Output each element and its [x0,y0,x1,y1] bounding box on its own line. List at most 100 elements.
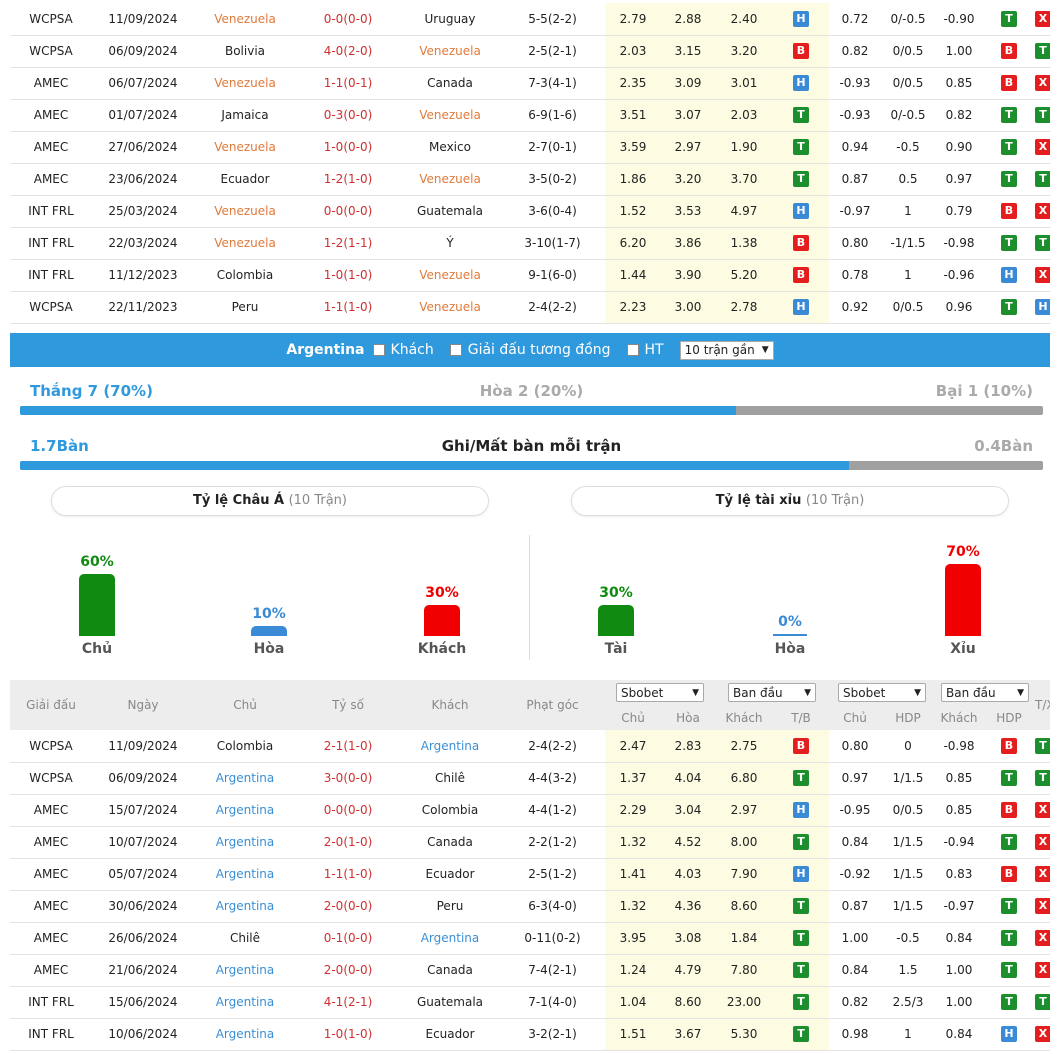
cell-away-team[interactable]: Canada [400,826,500,859]
away-checkbox[interactable] [372,344,385,356]
cell-away-team[interactable]: Venezuela [400,35,500,68]
result-badge: H [1035,299,1050,315]
cell-odds-home: 2.79 [605,3,661,36]
chevron-down-icon: ▼ [692,687,699,698]
cell-hdp-line: 0/0.5 [881,291,935,324]
ratio-label: Hòa [253,641,285,657]
cell-hdp-line: 1 [881,195,935,228]
ht-checkbox[interactable] [626,344,639,356]
cell-away-team[interactable]: Ecuador [400,858,500,891]
cell-away-team[interactable]: Mexico [400,131,500,164]
cell-away-team[interactable]: Canada [400,954,500,987]
result-badge: X [1035,930,1050,946]
chevron-down-icon: ▼ [804,687,811,698]
result-badge: X [1035,267,1050,283]
match-count-select[interactable]: 10 trận gần ▼ [679,340,774,360]
cell-corners: 5-5(2-2) [500,3,605,36]
col-date: Ngày [92,680,194,730]
odds-mode-select-hdp[interactable]: Ban đầu ▼ [941,683,1029,702]
cell-home-team[interactable]: Jamaica [194,99,296,132]
cell-tx-result: T [1035,986,1050,1019]
cell-away-team[interactable]: Argentina [400,922,500,955]
cell-date: 21/06/2024 [92,954,194,987]
filter-ht-option[interactable]: HT [626,342,664,358]
ratio-bar [424,605,460,636]
cell-home-team[interactable]: Argentina [194,762,296,795]
cell-home-team[interactable]: Venezuela [194,131,296,164]
filter-away-option[interactable]: Khách [372,342,434,358]
cell-away-team[interactable]: Chilê [400,762,500,795]
result-badge: T [1035,43,1050,59]
cell-home-team[interactable]: Argentina [194,858,296,891]
cell-away-team[interactable]: Colombia [400,794,500,827]
cell-home-team[interactable]: Chilê [194,922,296,955]
cell-tx-result: X [1035,954,1050,987]
cell-tx-result: X [1035,858,1050,891]
table-row: INT FRL 10/06/2024 Argentina 1-0(1-0) Ecuado… [10,1018,1050,1051]
cell-home-team[interactable]: Colombia [194,730,296,763]
cell-hdp-away: -0.97 [935,890,983,923]
bookmaker-select-1x2[interactable]: Sbobet ▼ [616,683,704,702]
cell-away-team[interactable]: Uruguay [400,3,500,36]
result-badge: B [793,43,809,59]
result-badge: T [793,139,809,155]
cell-home-team[interactable]: Venezuela [194,227,296,260]
col-odds-home: Chủ [605,705,661,730]
bookmaker-select-hdp[interactable]: Sbobet ▼ [838,683,926,702]
cell-home-team[interactable]: Argentina [194,794,296,827]
filter-same-league-option[interactable]: Giải đấu tương đồng [449,342,611,358]
cell-away-team[interactable]: Argentina [400,730,500,763]
same-league-checkbox[interactable] [449,344,462,356]
cell-home-team[interactable]: Argentina [194,986,296,1019]
result-badge: T [1035,994,1050,1010]
cell-hdp-line: -0.5 [881,922,935,955]
cell-away-team[interactable]: Ecuador [400,1018,500,1051]
cell-away-team[interactable]: Venezuela [400,291,500,324]
cell-hdp-home: -0.93 [829,67,881,100]
cell-hdp-line: 1/1.5 [881,762,935,795]
cell-home-team[interactable]: Peru [194,291,296,324]
cell-away-team[interactable]: Guatemala [400,195,500,228]
ratio-bar [945,564,981,636]
cell-date: 23/06/2024 [92,163,194,196]
cell-home-team[interactable]: Ecuador [194,163,296,196]
cell-odds-home: 3.51 [605,99,661,132]
result-badge: X [1035,866,1050,882]
cell-away-team[interactable]: Guatemala [400,986,500,1019]
table-row: AMEC 05/07/2024 Argentina 1-1(1-0) Ecuador 2-… [10,858,1050,891]
cell-home-team[interactable]: Argentina [194,826,296,859]
cell-corners: 7-3(4-1) [500,67,605,100]
cell-odds-away: 3.20 [715,35,773,68]
cell-away-team[interactable]: Peru [400,890,500,923]
cell-corners: 0-11(0-2) [500,922,605,955]
odds-mode-select-1x2[interactable]: Ban đầu ▼ [728,683,816,702]
cell-away-team[interactable]: Venezuela [400,99,500,132]
cell-home-team[interactable]: Venezuela [194,67,296,100]
table-row: AMEC 30/06/2024 Argentina 2-0(0-0) Peru 6-3(4… [10,890,1050,923]
col-home: Chủ [194,680,296,730]
result-badge: H [1001,1026,1017,1042]
cell-odds-home: 2.03 [605,35,661,68]
cell-away-team[interactable]: Canada [400,67,500,100]
cell-home-team[interactable]: Colombia [194,259,296,292]
cell-home-team[interactable]: Argentina [194,1018,296,1051]
cell-hdp-line: 0 [881,730,935,763]
cell-home-team[interactable]: Bolivia [194,35,296,68]
cell-away-team[interactable]: Venezuela [400,259,500,292]
cell-tb-result: T [773,163,829,196]
result-badge: T [1035,235,1050,251]
cell-home-team[interactable]: Venezuela [194,3,296,36]
cell-home-team[interactable]: Venezuela [194,195,296,228]
cell-away-team[interactable]: Ý [400,227,500,260]
cell-home-team[interactable]: Argentina [194,954,296,987]
cell-away-team[interactable]: Venezuela [400,163,500,196]
result-badge: T [1001,834,1017,850]
cell-league: AMEC [10,163,92,196]
cell-tx-result: X [1035,794,1050,827]
result-progress-bar [20,406,1043,415]
cell-home-team[interactable]: Argentina [194,890,296,923]
cell-hdp-away: -0.98 [935,227,983,260]
result-badge: X [1035,802,1050,818]
cell-league: INT FRL [10,259,92,292]
cell-tx-result: X [1035,131,1050,164]
